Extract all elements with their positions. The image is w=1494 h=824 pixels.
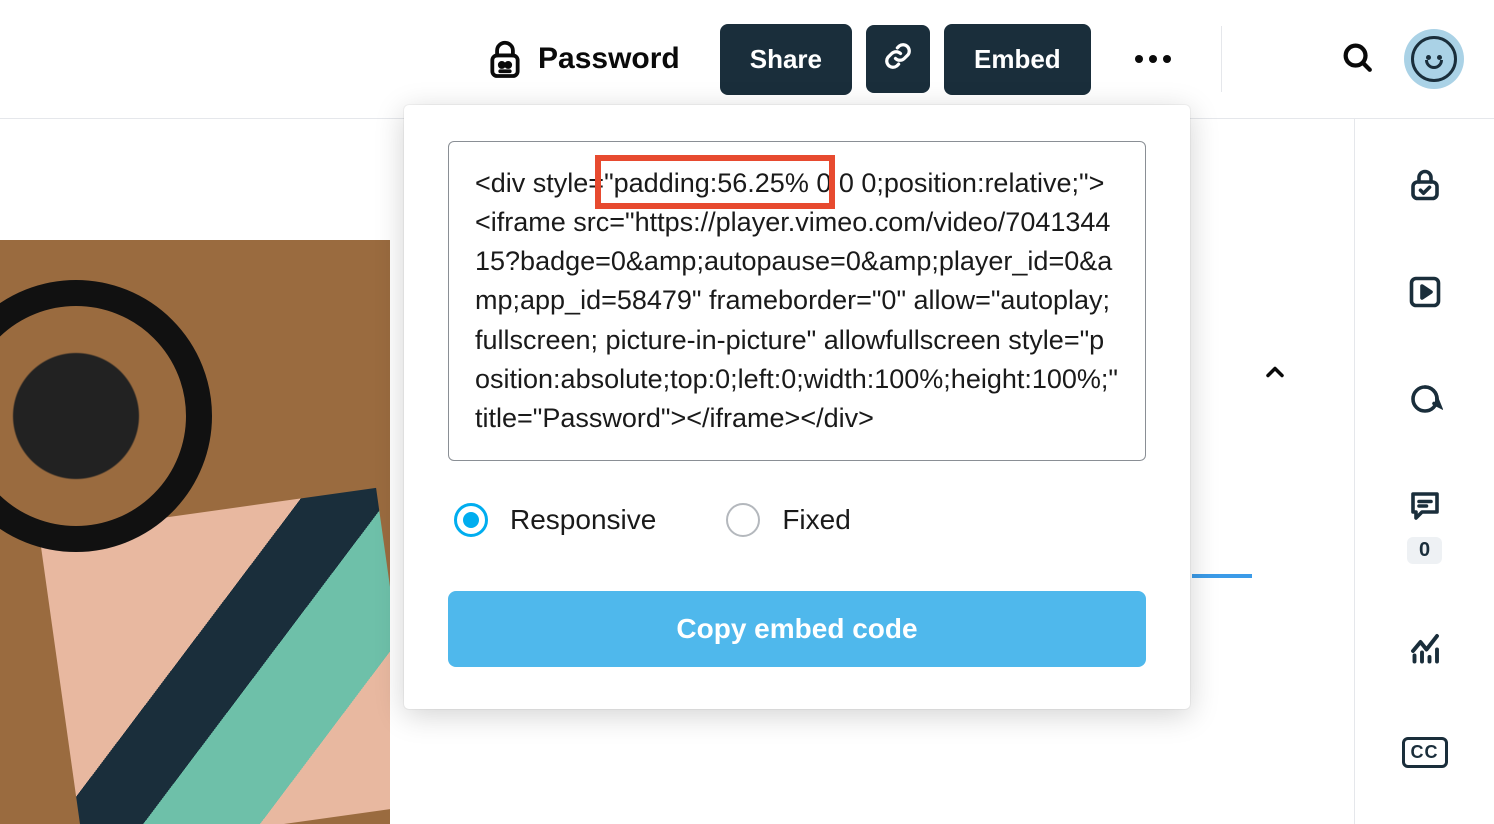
top-bar: Password Share Embed [0, 0, 1494, 119]
fixed-radio[interactable]: Fixed [726, 503, 850, 537]
fixed-radio-label: Fixed [782, 504, 850, 536]
main-area: <div style="padding:56.25% 0 0 0;positio… [0, 119, 1494, 824]
radio-unchecked-icon [726, 503, 760, 537]
copy-embed-code-button[interactable]: Copy embed code [448, 591, 1146, 667]
avatar-face-icon [1411, 36, 1457, 82]
embed-popover: <div style="padding:56.25% 0 0 0;positio… [404, 105, 1190, 709]
responsive-radio-label: Responsive [510, 504, 656, 536]
rail-analytics[interactable] [1407, 630, 1443, 671]
video-title-group: Password [486, 38, 680, 80]
size-mode-radio-group: Responsive Fixed [448, 503, 1146, 537]
embed-button-label: Embed [974, 44, 1061, 75]
search-button[interactable] [1340, 40, 1374, 79]
embed-code-textarea[interactable]: <div style="padding:56.25% 0 0 0;positio… [448, 141, 1146, 461]
copy-link-button[interactable] [866, 25, 930, 93]
comment-icon [1407, 488, 1443, 529]
vertical-divider [1221, 26, 1222, 92]
rail-interaction[interactable] [1407, 381, 1443, 422]
rail-captions[interactable]: CC [1402, 737, 1448, 768]
embed-code-text: <div style="padding:56.25% 0 0 0;positio… [475, 168, 1118, 433]
responsive-radio[interactable]: Responsive [454, 503, 656, 537]
copy-embed-code-label: Copy embed code [676, 613, 917, 644]
dot-icon [1149, 55, 1157, 63]
cc-icon: CC [1402, 737, 1448, 768]
rail-player[interactable] [1407, 274, 1443, 315]
share-button[interactable]: Share [720, 24, 852, 95]
active-tab-indicator [1192, 574, 1252, 578]
right-rail: 0 CC [1354, 119, 1494, 824]
radio-checked-icon [454, 503, 488, 537]
dot-icon [1135, 55, 1143, 63]
top-bar-right [1340, 29, 1464, 89]
rail-privacy[interactable] [1407, 167, 1443, 208]
comments-count-badge: 0 [1407, 537, 1442, 564]
rail-comments[interactable]: 0 [1407, 488, 1443, 564]
top-bar-center: Password Share Embed [486, 24, 1248, 95]
video-thumbnail[interactable] [0, 240, 390, 824]
analytics-icon [1407, 630, 1443, 671]
embed-button[interactable]: Embed [944, 24, 1091, 95]
collapse-panel-button[interactable] [1250, 347, 1300, 397]
interaction-icon [1407, 381, 1443, 422]
user-avatar[interactable] [1404, 29, 1464, 89]
share-button-label: Share [750, 44, 822, 75]
lock-check-icon [1407, 167, 1443, 208]
video-title: Password [538, 42, 680, 76]
link-icon [883, 41, 913, 78]
lock-robot-icon [486, 38, 524, 80]
play-square-icon [1407, 274, 1443, 315]
more-menu-button[interactable] [1125, 45, 1181, 73]
dot-icon [1163, 55, 1171, 63]
